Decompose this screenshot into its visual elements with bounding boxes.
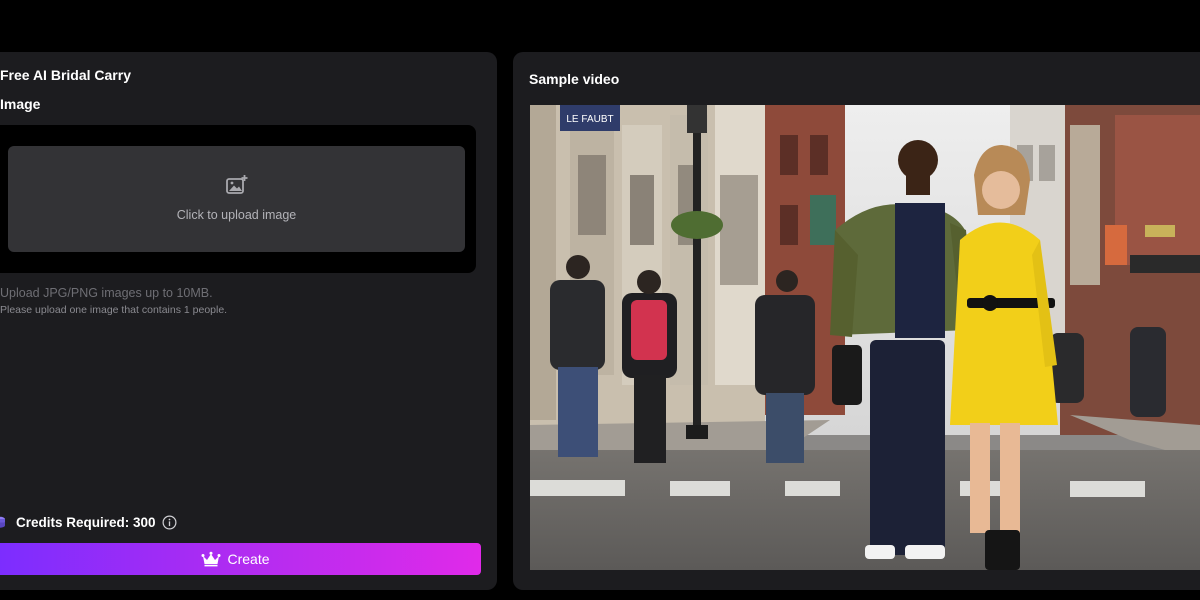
credits-label: Credits Required: 300 — [16, 514, 156, 530]
sample-video[interactable]: LE FAUBT — [530, 105, 1200, 570]
upload-image-dropzone[interactable]: Click to upload image — [8, 146, 465, 252]
info-icon[interactable] — [162, 515, 177, 530]
upload-area: Click to upload image — [0, 125, 476, 273]
upload-prompt: Click to upload image — [176, 208, 297, 222]
tool-title: Free AI Bridal Carry — [0, 67, 131, 83]
street-sign-text: LE FAUBT — [566, 114, 613, 125]
upload-panel: Free AI Bridal Carry Image Click to uplo… — [0, 52, 497, 590]
credits-required: Credits Required: 300 — [0, 514, 177, 530]
sample-panel: Sample video LE FAUBT — [513, 52, 1200, 590]
create-button[interactable]: Create — [0, 543, 481, 575]
sample-video-title: Sample video — [529, 71, 620, 87]
image-section-label: Image — [0, 96, 41, 112]
coin-stack-icon — [0, 516, 5, 528]
upload-hint: Upload JPG/PNG images up to 10MB. — [0, 286, 213, 300]
image-plus-icon — [226, 175, 248, 194]
crown-icon — [201, 551, 221, 567]
upload-hint-people: Please upload one image that contains 1 … — [0, 304, 228, 316]
sample-video-frame: LE FAUBT — [530, 105, 1200, 570]
create-label: Create — [227, 551, 270, 567]
